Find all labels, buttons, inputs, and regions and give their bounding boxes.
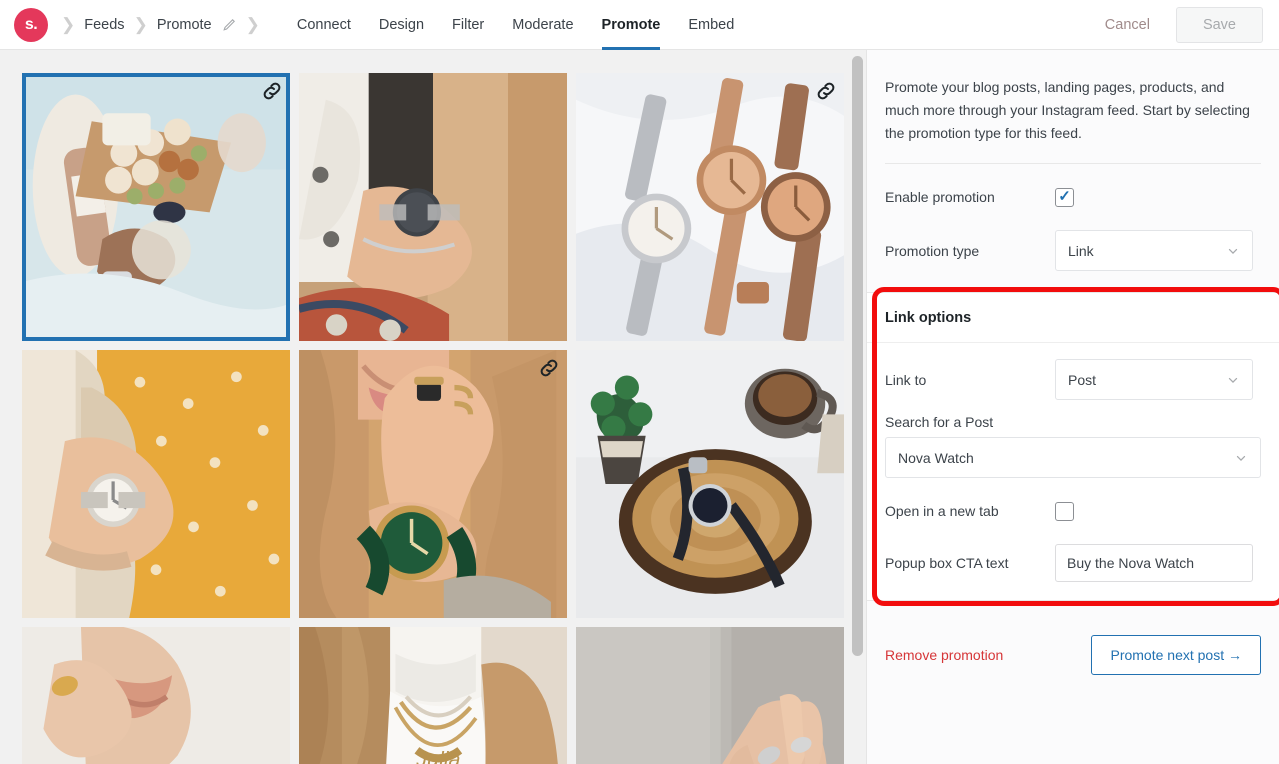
- tab-label: Embed: [688, 16, 735, 33]
- link-to-value: Post: [1068, 371, 1097, 388]
- post-image: [22, 350, 290, 618]
- post-grid: Julia: [22, 73, 844, 764]
- svg-text:Julia: Julia: [415, 747, 460, 764]
- open-new-tab-label: Open in a new tab: [885, 503, 999, 520]
- promotion-type-value: Link: [1068, 242, 1094, 259]
- tab-label: Promote: [601, 16, 661, 33]
- post-image: [299, 73, 567, 341]
- post-grid-panel: Julia: [0, 50, 866, 764]
- cancel-button[interactable]: Cancel: [1097, 11, 1158, 39]
- breadcrumb-item-promote[interactable]: Promote: [157, 17, 212, 33]
- save-button[interactable]: Save: [1175, 6, 1263, 43]
- breadcrumb-item-feeds[interactable]: Feeds: [84, 17, 124, 33]
- link-to-row: Link to Post: [885, 359, 1261, 401]
- enable-promotion-checkbox[interactable]: ✓: [1055, 187, 1074, 207]
- link-icon: [816, 81, 836, 101]
- promote-settings-panel: Promote your blog posts, landing pages, …: [866, 50, 1279, 764]
- grid-scrollbar[interactable]: [850, 50, 866, 764]
- post-thumb-navy-sweater-gold-ring[interactable]: [22, 627, 290, 764]
- pencil-edit-icon[interactable]: [221, 17, 237, 33]
- link-icon: [262, 81, 282, 101]
- brand-logo[interactable]: s.: [14, 7, 48, 42]
- post-thumb-three-rose-gold-mesh-watches[interactable]: [576, 73, 844, 341]
- tab-promote[interactable]: Promote: [588, 0, 675, 50]
- search-post-label: Search for a Post: [885, 414, 994, 431]
- post-image: Julia: [299, 627, 567, 764]
- post-thumb-woman-white-sleeve-black-watch[interactable]: [299, 73, 567, 341]
- cta-text-row: Popup box CTA text: [885, 544, 1261, 583]
- post-thumb-hand-with-rings-grey-wall[interactable]: [576, 627, 844, 764]
- search-post-select[interactable]: Nova Watch: [885, 437, 1261, 479]
- search-post-value: Nova Watch: [898, 449, 974, 466]
- post-thumb-watch-on-wood-slice-coffee[interactable]: [576, 350, 844, 618]
- header-actions: Cancel Save: [1097, 6, 1263, 43]
- chevron-right-icon: ❯: [133, 15, 148, 34]
- tab-connect[interactable]: Connect: [283, 0, 365, 50]
- promote-footer: Remove promotion Promote next post →: [885, 635, 1261, 676]
- link-options-body: Link to Post Search for a Post Nova Watc…: [867, 343, 1279, 600]
- checkmark-icon: ✓: [1058, 188, 1071, 206]
- promote-intro-text: Promote your blog posts, landing pages, …: [885, 76, 1261, 165]
- page-body: Julia Promote your blog posts, landing p…: [0, 50, 1279, 764]
- tab-label: Design: [378, 16, 425, 33]
- post-image: [576, 73, 844, 341]
- chevron-down-icon: [1234, 451, 1248, 465]
- tab-label: Connect: [296, 16, 351, 33]
- link-icon: [539, 358, 559, 378]
- chevron-right-icon: ❯: [61, 15, 76, 34]
- link-to-select[interactable]: Post: [1055, 359, 1253, 401]
- post-image: [22, 73, 290, 341]
- app-header: s. ❯ Feeds ❯ Promote ❯ Connect Design Fi…: [0, 0, 1279, 50]
- link-options-card: Link options Link to Post Search for a P…: [867, 287, 1279, 607]
- link-to-label: Link to: [885, 371, 927, 388]
- promotion-type-label: Promotion type: [885, 242, 980, 259]
- link-options-title: Link options: [867, 293, 1279, 344]
- post-thumb-picnic-charcuterie-rose-wine[interactable]: [22, 73, 290, 341]
- brand-logo-text: s.: [24, 15, 38, 33]
- tab-moderate[interactable]: Moderate: [498, 0, 587, 50]
- chevron-down-icon: [1226, 373, 1240, 387]
- cta-text-label: Popup box CTA text: [885, 555, 1009, 572]
- post-image: [22, 627, 290, 764]
- grid-scrollbar-thumb[interactable]: [852, 56, 863, 656]
- tab-filter[interactable]: Filter: [438, 0, 498, 50]
- chevron-down-icon: [1226, 244, 1240, 258]
- tab-design[interactable]: Design: [365, 0, 438, 50]
- cta-text-input[interactable]: [1055, 544, 1253, 583]
- chevron-right-icon: ❯: [245, 15, 260, 34]
- remove-promotion-link[interactable]: Remove promotion: [885, 647, 1003, 663]
- post-image: [576, 627, 844, 764]
- tab-label: Moderate: [512, 16, 574, 33]
- post-image: [299, 350, 567, 618]
- promotion-type-row: Promotion type Link: [885, 230, 1261, 272]
- enable-promotion-label: Enable promotion: [885, 189, 995, 206]
- settings-tabs: Connect Design Filter Moderate Promote E…: [283, 0, 748, 50]
- tab-embed[interactable]: Embed: [674, 0, 748, 50]
- promote-settings-content: Promote your blog posts, landing pages, …: [867, 50, 1279, 676]
- promotion-type-select[interactable]: Link: [1055, 230, 1253, 272]
- open-new-tab-row: Open in a new tab ✓: [885, 492, 1261, 530]
- breadcrumb: ❯ Feeds ❯ Promote ❯: [52, 16, 269, 33]
- tab-label: Filter: [452, 16, 485, 33]
- post-image: [576, 350, 844, 618]
- open-new-tab-checkbox[interactable]: ✓: [1055, 501, 1074, 521]
- promote-next-post-button[interactable]: Promote next post →: [1091, 635, 1261, 676]
- post-thumb-julia-nameplate-necklace[interactable]: Julia: [299, 627, 567, 764]
- post-thumb-yellow-floral-skirt-watch[interactable]: [22, 350, 290, 618]
- enable-promotion-row: Enable promotion ✓: [885, 178, 1261, 216]
- post-thumb-green-dial-watch-hand-face[interactable]: [299, 350, 567, 618]
